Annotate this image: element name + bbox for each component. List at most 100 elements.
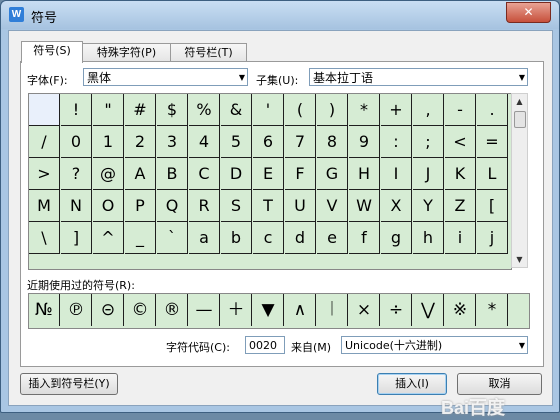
symbol-cell[interactable]: A	[125, 158, 156, 190]
symbol-cell[interactable]: R	[189, 190, 220, 222]
symbol-cell[interactable]: >	[29, 158, 60, 190]
symbol-cell[interactable]: F	[285, 158, 316, 190]
symbol-cell[interactable]: (	[285, 94, 316, 126]
symbol-cell[interactable]: S	[221, 190, 252, 222]
symbol-cell[interactable]: M	[29, 190, 60, 222]
symbol-cell[interactable]: :	[381, 126, 412, 158]
tab-special-characters[interactable]: 特殊字符(P)	[82, 43, 171, 62]
recent-symbol-cell[interactable]: ︱	[317, 294, 348, 326]
symbol-cell[interactable]: &	[221, 94, 252, 126]
symbol-cell[interactable]: ^	[93, 222, 124, 254]
close-button[interactable]: ✕	[506, 2, 551, 23]
recent-symbol-cell[interactable]: ⋁	[413, 294, 444, 326]
symbol-cell[interactable]: 9	[349, 126, 380, 158]
symbol-cell[interactable]: ]	[61, 222, 92, 254]
symbol-cell[interactable]: =	[477, 126, 508, 158]
symbol-cell[interactable]: b	[221, 222, 252, 254]
symbol-cell[interactable]: +	[381, 94, 412, 126]
symbol-cell[interactable]: f	[349, 222, 380, 254]
symbol-cell[interactable]: c	[253, 222, 284, 254]
symbol-cell[interactable]: a	[189, 222, 220, 254]
symbol-cell[interactable]: D	[221, 158, 252, 190]
symbol-cell[interactable]: O	[93, 190, 124, 222]
symbol-cell[interactable]: .	[477, 94, 508, 126]
symbol-cell[interactable]: X	[381, 190, 412, 222]
symbol-grid-scrollbar[interactable]: ▲ ▼	[511, 93, 528, 268]
symbol-cell[interactable]: G	[317, 158, 348, 190]
recent-symbol-cell[interactable]: ℗	[61, 294, 92, 326]
symbol-cell[interactable]: j	[477, 222, 508, 254]
symbol-cell[interactable]: 7	[285, 126, 316, 158]
recent-symbol-cell[interactable]: №	[29, 294, 60, 326]
recent-symbol-cell[interactable]: *	[477, 294, 508, 326]
symbol-cell[interactable]: `	[157, 222, 188, 254]
symbol-cell[interactable]: !	[61, 94, 92, 126]
symbol-cell[interactable]: _	[125, 222, 156, 254]
symbol-cell[interactable]	[29, 94, 60, 126]
symbol-cell[interactable]: W	[349, 190, 380, 222]
symbol-cell[interactable]: 5	[221, 126, 252, 158]
symbol-cell[interactable]: 3	[157, 126, 188, 158]
recent-symbol-cell[interactable]: —	[189, 294, 220, 326]
symbol-cell[interactable]: -	[445, 94, 476, 126]
insert-button[interactable]: 插入(I)	[377, 373, 447, 395]
symbol-cell[interactable]: )	[317, 94, 348, 126]
symbol-cell[interactable]: C	[189, 158, 220, 190]
symbol-cell[interactable]: Q	[157, 190, 188, 222]
tab-symbol-bar[interactable]: 符号栏(T)	[170, 43, 247, 62]
symbol-cell[interactable]: ,	[413, 94, 444, 126]
recent-symbol-cell[interactable]: ®	[157, 294, 188, 326]
symbol-cell[interactable]: P	[125, 190, 156, 222]
recent-symbol-cell[interactable]: ÷	[381, 294, 412, 326]
recent-symbol-cell[interactable]: ∧	[285, 294, 316, 326]
symbol-cell[interactable]: \	[29, 222, 60, 254]
symbol-cell[interactable]: 1	[93, 126, 124, 158]
recent-symbol-cell[interactable]: ※	[445, 294, 476, 326]
symbol-cell[interactable]: N	[61, 190, 92, 222]
symbol-cell[interactable]: V	[317, 190, 348, 222]
recent-symbol-cell[interactable]: ＋	[221, 294, 252, 326]
tab-symbols[interactable]: 符号(S)	[21, 41, 83, 63]
symbol-cell[interactable]: "	[93, 94, 124, 126]
symbol-cell[interactable]: d	[285, 222, 316, 254]
symbol-cell[interactable]: 8	[317, 126, 348, 158]
symbol-cell[interactable]: L	[477, 158, 508, 190]
symbol-cell[interactable]: g	[381, 222, 412, 254]
symbol-cell[interactable]: *	[349, 94, 380, 126]
scroll-down-icon[interactable]: ▼	[512, 252, 527, 267]
scroll-up-icon[interactable]: ▲	[512, 94, 527, 109]
symbol-cell[interactable]: h	[413, 222, 444, 254]
insert-to-symbol-bar-button[interactable]: 插入到符号栏(Y)	[20, 373, 118, 395]
symbol-cell[interactable]: 0	[61, 126, 92, 158]
symbol-cell[interactable]: @	[93, 158, 124, 190]
symbol-cell[interactable]: E	[253, 158, 284, 190]
symbol-cell[interactable]: /	[29, 126, 60, 158]
recent-symbol-cell[interactable]: ⊝	[93, 294, 124, 326]
symbol-cell[interactable]: 4	[189, 126, 220, 158]
symbol-cell[interactable]: 6	[253, 126, 284, 158]
recent-symbol-cell[interactable]: ×	[349, 294, 380, 326]
symbol-cell[interactable]: J	[413, 158, 444, 190]
symbol-cell[interactable]: e	[317, 222, 348, 254]
symbol-cell[interactable]: 2	[125, 126, 156, 158]
symbol-cell[interactable]: ?	[61, 158, 92, 190]
scroll-thumb[interactable]	[514, 111, 526, 128]
symbol-cell[interactable]: B	[157, 158, 188, 190]
font-select[interactable]: 黑体 ▼	[83, 68, 248, 86]
symbol-cell[interactable]: K	[445, 158, 476, 190]
symbol-cell[interactable]: Y	[413, 190, 444, 222]
symbol-cell[interactable]: ;	[413, 126, 444, 158]
symbol-cell[interactable]: %	[189, 94, 220, 126]
symbol-cell[interactable]: T	[253, 190, 284, 222]
symbol-cell[interactable]: U	[285, 190, 316, 222]
symbol-cell[interactable]: '	[253, 94, 284, 126]
recent-symbol-cell[interactable]: ©	[125, 294, 156, 326]
char-code-input[interactable]: 0020	[245, 336, 285, 354]
title-bar[interactable]: W 符号 ✕	[1, 1, 559, 29]
symbol-cell[interactable]: $	[157, 94, 188, 126]
recent-symbol-cell[interactable]: ▼	[253, 294, 284, 326]
symbol-cell[interactable]: i	[445, 222, 476, 254]
symbol-cell[interactable]: #	[125, 94, 156, 126]
from-select[interactable]: Unicode(十六进制) ▼	[341, 336, 528, 354]
cancel-button[interactable]: 取消	[457, 373, 542, 395]
